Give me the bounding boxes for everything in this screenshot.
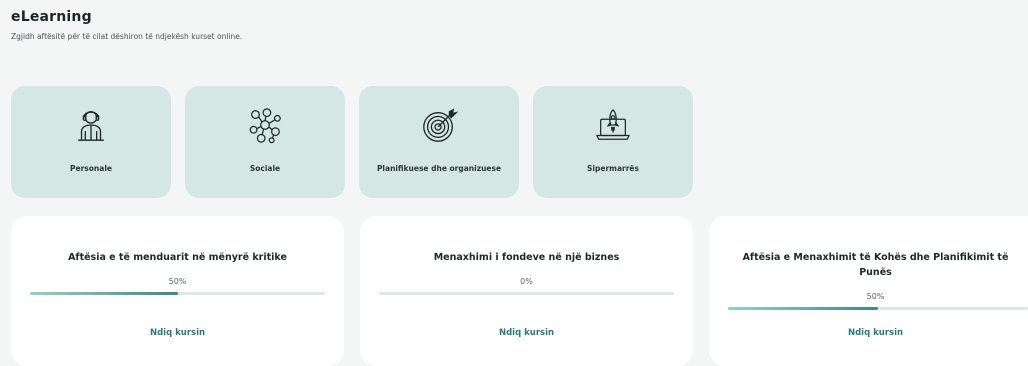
course-title: Aftësia e të menduarit në mënyrë kritike xyxy=(68,252,287,263)
category-card-personale[interactable]: Personale xyxy=(11,86,171,198)
laptop-rocket-icon xyxy=(594,106,632,144)
category-label: Sipermarrës xyxy=(587,164,639,173)
progress-fill xyxy=(728,307,878,310)
progress-fill xyxy=(30,292,178,295)
target-icon xyxy=(420,106,458,144)
page-title: eLearning xyxy=(11,9,92,25)
progress-percent: 0% xyxy=(520,277,533,286)
page-subtitle: Zgjidh aftësitë për të cilat dëshiron të… xyxy=(11,32,243,41)
follow-course-button[interactable]: Ndiq kursin xyxy=(11,328,344,338)
progress-bar xyxy=(379,292,674,295)
category-card-sociale[interactable]: Sociale xyxy=(185,86,345,198)
follow-course-button[interactable]: Ndiq kursin xyxy=(727,328,1024,338)
category-label: Sociale xyxy=(249,164,281,173)
progress-percent: 50% xyxy=(866,292,885,301)
course-card-fund-management: Menaxhimi i fondeve në një biznes 0% Ndi… xyxy=(360,216,693,366)
category-card-sipermarres[interactable]: Sipermarrës xyxy=(533,86,693,198)
follow-course-button[interactable]: Ndiq kursin xyxy=(360,328,693,338)
course-card-critical-thinking: Aftësia e të menduarit në mënyrë kritike… xyxy=(11,216,344,366)
category-label: Planifikuese dhe organizuese xyxy=(376,164,502,173)
social-network-icon xyxy=(246,106,284,144)
category-card-planifikuese[interactable]: Planifikuese dhe organizuese xyxy=(359,86,519,198)
progress-percent: 50% xyxy=(168,277,187,286)
progress-bar xyxy=(728,307,1028,310)
progress-bar xyxy=(30,292,325,295)
course-card-time-management: Aftësia e Menaxhimit të Kohës dhe Planif… xyxy=(709,216,1028,366)
course-title: Menaxhimi i fondeve në një biznes xyxy=(433,252,620,263)
course-title: Aftësia e Menaxhimit të Kohës dhe Planif… xyxy=(742,252,1009,278)
person-icon xyxy=(72,106,110,144)
category-label: Personale xyxy=(70,164,112,173)
